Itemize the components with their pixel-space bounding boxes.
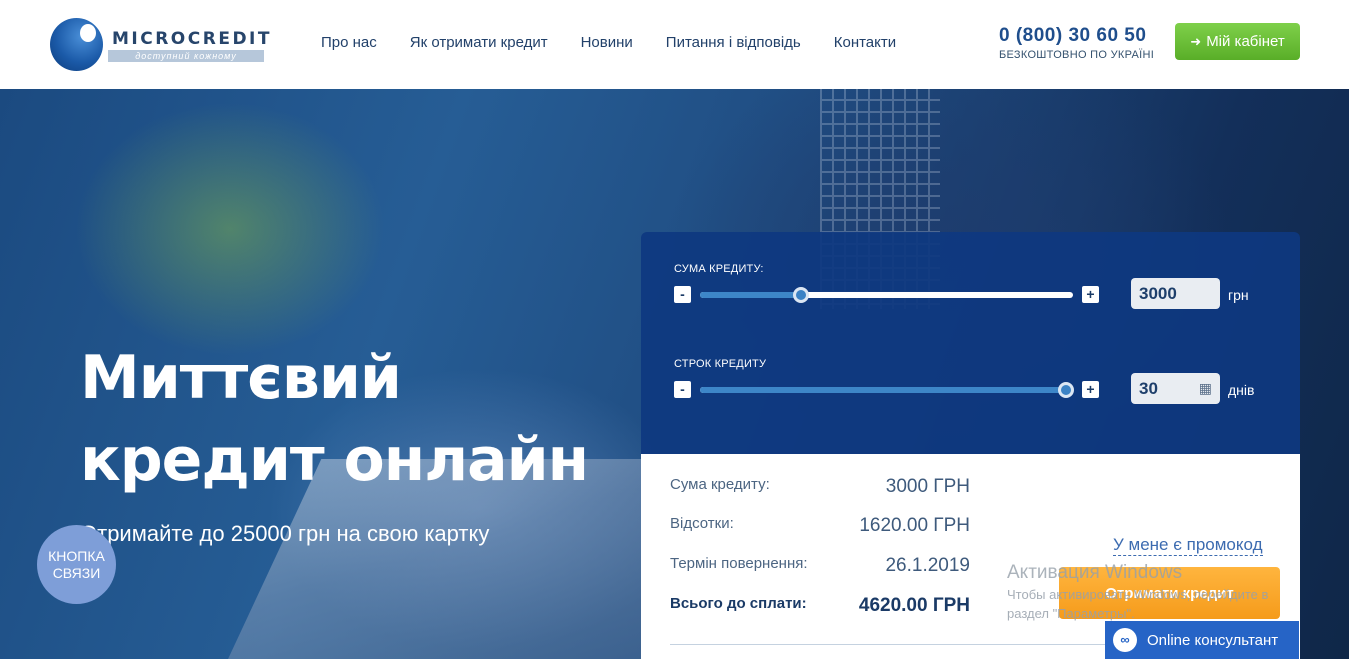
hero-title: Миттєвий кредит онлайн [80,337,640,501]
amount-minus-button[interactable]: - [674,286,691,303]
windows-activation-line-2: раздел "Параметры". [1007,606,1135,621]
login-icon: ➜ [1190,33,1202,49]
term-input-value: 30 [1139,379,1158,398]
hero-subtitle: Отримайте до 25000 грн на свою картку [80,521,490,546]
term-plus-button[interactable]: + [1082,381,1099,398]
term-slider-handle[interactable] [1057,382,1074,398]
credit-calculator: СУМА КРЕДИТУ: - + 3000 грн СТРОК КРЕДИТУ… [641,232,1300,454]
amount-slider[interactable] [700,287,1073,303]
phone-note: БЕЗКОШТОВНО ПО УКРАЇНІ [999,49,1155,61]
nav-item-about[interactable]: Про нас [321,34,377,54]
term-slider[interactable] [700,382,1074,398]
online-consultant-label: Online консультант [1147,631,1279,649]
summary-row-interest: Відсотки: 1620.00 ГРН [670,515,970,537]
amount-label: СУМА КРЕДИТУ: [674,263,764,275]
summary-row-amount: Сума кредиту: 3000 ГРН [670,476,970,498]
term-unit: днів [1228,382,1255,398]
amount-unit: грн [1228,287,1249,303]
calendar-icon[interactable]: ▦ [1199,373,1212,404]
contact-button-line-2: СВЯЗИ [52,564,101,581]
summary-label: Сума кредиту: [670,476,770,493]
summary-row-total: Всього до сплати: 4620.00 ГРН [670,595,970,617]
online-consultant-button[interactable]: ∞ Online консультант [1105,621,1299,659]
logo-name: MICROCREDIT [112,29,272,49]
term-slider-fill [700,387,1066,393]
logo-tagline: доступний кожному [108,50,264,62]
summary-label: Всього до сплати: [670,595,807,612]
term-minus-button[interactable]: - [674,381,691,398]
my-cabinet-label: Мій кабінет [1206,33,1285,50]
amount-slider-handle[interactable] [792,287,809,303]
summary-value: 3000 ГРН [885,476,970,497]
term-input[interactable]: 30 ▦ [1131,373,1220,404]
summary-value: 1620.00 ГРН [859,515,970,536]
windows-activation-line-1: Чтобы активировать Windows, перейдите в [1007,587,1269,602]
nav-item-contacts[interactable]: Контакти [834,34,896,54]
amount-plus-button[interactable]: + [1082,286,1099,303]
amount-input[interactable]: 3000 [1131,278,1220,309]
promo-code-link[interactable]: У мене є промокод [1113,535,1263,556]
windows-activation-title: Активация Windows [1007,562,1183,583]
contact-button-line-1: КНОПКА [48,547,105,564]
nav-item-faq[interactable]: Питання і відповідь [666,34,801,54]
main-nav: Про нас Як отримати кредит Новини Питанн… [321,34,929,54]
contact-button[interactable]: КНОПКА СВЯЗИ [37,525,116,604]
term-label: СТРОК КРЕДИТУ [674,358,767,370]
amount-slider-fill [700,292,801,298]
nav-item-news[interactable]: Новини [581,34,633,54]
summary-row-return-date: Термін повернення: 26.1.2019 [670,555,970,577]
hero-title-line-1: Миттєвий [80,343,402,413]
nav-item-how-to-get-credit[interactable]: Як отримати кредит [410,34,548,54]
chat-icon: ∞ [1113,628,1137,652]
summary-label: Термін повернення: [670,555,808,572]
phone-number[interactable]: 0 (800) 30 60 50 [999,25,1146,47]
logo[interactable]: MICROCREDIT доступний кожному [50,18,270,72]
logo-mark-icon [50,18,103,71]
hero-title-line-2: кредит онлайн [80,425,589,495]
summary-value: 4620.00 ГРН [858,595,970,616]
my-cabinet-button[interactable]: ➜ Мій кабінет [1175,23,1300,60]
summary-value: 26.1.2019 [885,555,970,576]
site-header: MICROCREDIT доступний кожному Про нас Як… [0,0,1349,89]
summary-label: Відсотки: [670,515,734,532]
